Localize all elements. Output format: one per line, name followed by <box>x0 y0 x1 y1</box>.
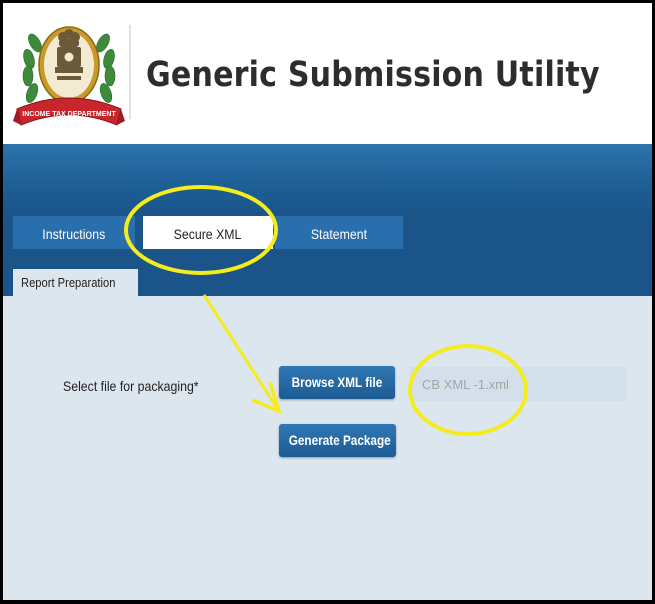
tab-instructions-label: Instructions <box>42 226 106 242</box>
tab-instructions[interactable]: Instructions <box>13 216 135 249</box>
tab-secure-xml[interactable]: Secure XML <box>143 216 273 249</box>
select-file-label: Select file for packaging* <box>63 378 217 394</box>
subtab-report-preparation[interactable]: Report Preparation <box>13 269 138 296</box>
app-title: Generic Submission Utility <box>146 55 600 95</box>
tab-statement[interactable]: Statement <box>275 216 403 249</box>
subtab-report-preparation-label: Report Preparation <box>21 275 116 290</box>
select-file-label-text: Select file for packaging* <box>63 378 199 394</box>
main-tab-bar: Instructions Secure XML Statement <box>3 216 652 249</box>
svg-text:INCOME TAX DEPARTMENT: INCOME TAX DEPARTMENT <box>22 111 116 118</box>
sub-tab-bar: Report Preparation <box>3 249 652 296</box>
browse-xml-file-button[interactable]: Browse XML file <box>279 366 395 399</box>
report-preparation-panel: Select file for packaging* Browse XML fi… <box>3 296 652 600</box>
generate-package-button[interactable]: Generate Package <box>279 424 396 457</box>
income-tax-department-emblem-icon: INCOME TAX DEPARTMENT <box>13 26 125 126</box>
tab-statement-label: Statement <box>310 226 368 242</box>
header-blue-band <box>3 144 652 216</box>
logo-divider <box>129 25 131 119</box>
browse-xml-file-button-label: Browse XML file <box>291 374 383 390</box>
app-header: INCOME TAX DEPARTMENT Generic Submission… <box>3 3 652 144</box>
tab-secure-xml-label: Secure XML <box>174 226 242 242</box>
app-window: INCOME TAX DEPARTMENT Generic Submission… <box>0 0 655 604</box>
selected-file-field[interactable] <box>410 367 626 401</box>
generate-package-button-label: Generate Package <box>288 432 391 448</box>
